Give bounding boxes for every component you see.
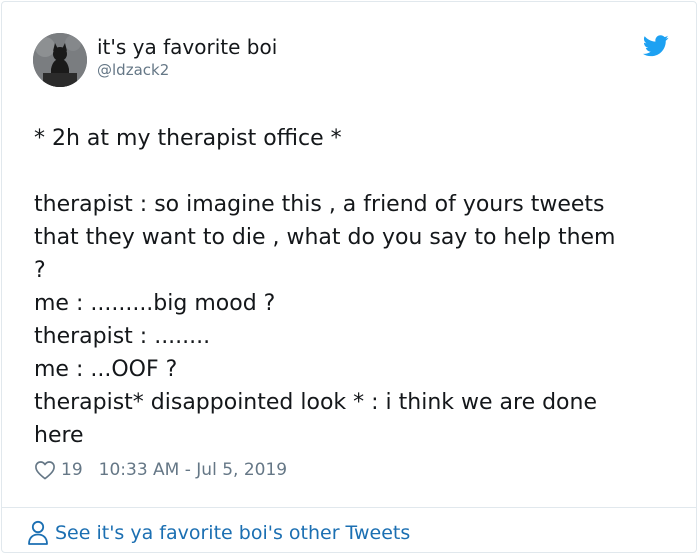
like-count[interactable]: 19 <box>61 460 83 480</box>
tweet-line: * 2h at my therapist office * <box>34 126 342 151</box>
tweet-line: here <box>34 423 84 448</box>
tweet-line: that they want to die , what do you say … <box>34 225 616 250</box>
see-other-tweets-link[interactable]: See it's ya favorite boi's other Tweets <box>27 518 410 548</box>
author-handle[interactable]: @ldzack2 <box>97 61 169 79</box>
tweet-card: it's ya favorite boi @ldzack2 * 2h at my… <box>1 1 697 553</box>
tweet-line: therapist : so imagine this , a friend o… <box>34 192 605 217</box>
tweet-line: therapist* disappointed look * : i think… <box>34 390 597 415</box>
heart-icon[interactable] <box>34 460 56 480</box>
divider <box>2 507 696 508</box>
tweet-line: me : ...OOF ? <box>34 357 178 382</box>
see-other-tweets-label[interactable]: See it's ya favorite boi's other Tweets <box>55 522 410 544</box>
tweet-line: therapist : ........ <box>34 324 211 349</box>
tweet-line: ? <box>34 258 46 283</box>
avatar[interactable] <box>33 33 87 87</box>
twitter-bird-icon[interactable] <box>643 35 669 57</box>
tweet-timestamp[interactable]: 10:33 AM - Jul 5, 2019 <box>99 460 287 480</box>
tweet-text: * 2h at my therapist office * therapist … <box>34 122 674 452</box>
author-display-name[interactable]: it's ya favorite boi <box>97 35 277 59</box>
tweet-meta: 19 10:33 AM - Jul 5, 2019 <box>34 456 287 484</box>
tweet-line: me : .........big mood ? <box>34 291 276 316</box>
avatar-image <box>33 33 87 87</box>
tweet-line-gap <box>34 155 674 188</box>
person-icon <box>28 520 48 545</box>
